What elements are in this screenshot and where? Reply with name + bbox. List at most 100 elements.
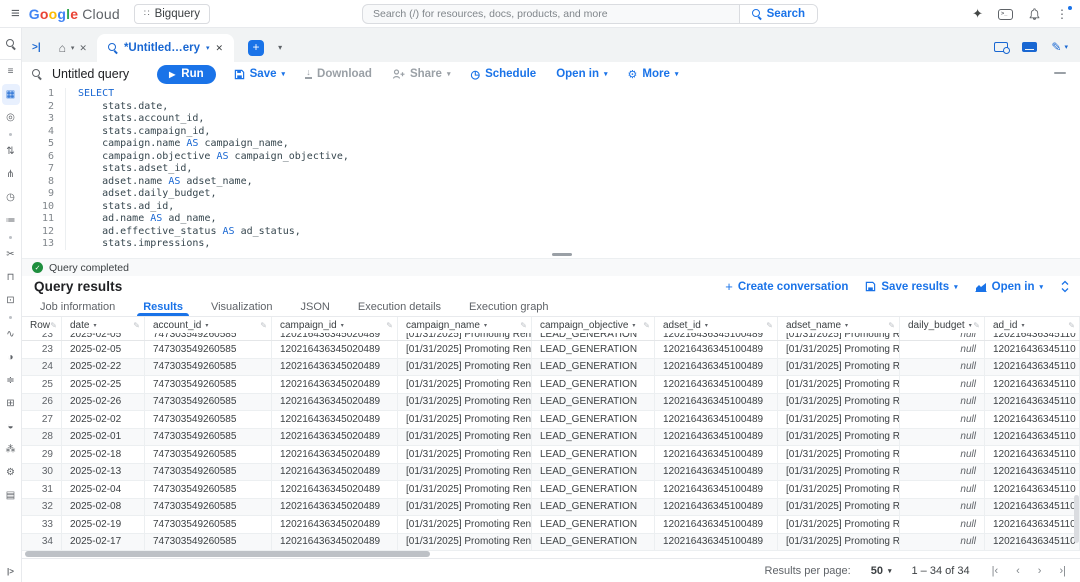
code-line[interactable]: 8 adset.name AS adset_name, <box>22 176 1080 189</box>
more-button[interactable]: ⚙ More ▾ <box>628 68 679 81</box>
sharing-icon[interactable]: ✂ <box>2 244 20 265</box>
sort-chevron-icon[interactable]: ▾ <box>632 322 635 329</box>
code-line[interactable]: 10 stats.ad_id, <box>22 201 1080 214</box>
tab-execution-details[interactable]: Execution details <box>344 297 455 316</box>
sort-chevron-icon[interactable]: ▾ <box>341 322 344 329</box>
column-header-campaign_objective[interactable]: campaign_objective▾✎ <box>532 317 655 333</box>
search-input[interactable] <box>363 5 739 23</box>
close-icon[interactable]: ✕ <box>79 43 87 54</box>
column-header-adset_name[interactable]: adset_name▾✎ <box>778 317 900 333</box>
monitoring-icon[interactable]: ∿ <box>2 324 20 345</box>
vertical-scrollbar[interactable] <box>1074 495 1079 543</box>
code-line[interactable]: 13 stats.impressions, <box>22 238 1080 250</box>
code-line[interactable]: 2 stats.date, <box>22 101 1080 114</box>
column-header-daily_budget[interactable]: daily_budget▾✎ <box>900 317 985 333</box>
clipped-row-content[interactable]: 232025-02-057473035492605851202164363450… <box>22 333 1080 341</box>
edit-column-icon[interactable]: ✎ <box>50 321 57 330</box>
edit-column-icon[interactable]: ✎ <box>260 321 267 330</box>
studio-icon[interactable]: ≡ <box>2 61 20 82</box>
table-row[interactable]: 232025-02-057473035492605851202164363450… <box>22 341 1080 359</box>
table-row[interactable]: 342025-02-177473035492605851202164363450… <box>22 534 1080 552</box>
open-in-button[interactable]: Open in ▾ <box>556 68 607 80</box>
code-line[interactable]: 1SELECT <box>22 88 1080 101</box>
drag-handle[interactable] <box>552 253 572 256</box>
tab-results[interactable]: Results <box>129 297 197 316</box>
table-row[interactable]: 292025-02-187473035492605851202164363450… <box>22 446 1080 464</box>
table-row[interactable]: 252025-02-257473035492605851202164363450… <box>22 376 1080 394</box>
results-open-in-button[interactable]: Open in ▾ <box>975 281 1043 293</box>
notifications-bell-icon[interactable] <box>1028 7 1041 21</box>
save-button[interactable]: Save ▾ <box>234 68 285 80</box>
table-row[interactable]: 242025-02-227473035492605851202164363450… <box>22 359 1080 377</box>
code-line[interactable]: 4 stats.campaign_id, <box>22 126 1080 139</box>
edit-column-icon[interactable]: ✎ <box>1068 321 1075 330</box>
scheduled-queries-icon[interactable]: ⋔ <box>2 164 20 185</box>
hamburger-menu-icon[interactable]: ≡ <box>0 5 29 22</box>
column-header-row[interactable]: Row✎ <box>22 317 62 333</box>
horizontal-scrollbar[interactable] <box>25 551 430 557</box>
schedule-button[interactable]: ◷ Schedule <box>470 68 536 81</box>
last-page-button[interactable]: ›| <box>1059 565 1066 577</box>
table-row[interactable]: 332025-02-197473035492605851202164363450… <box>22 516 1080 534</box>
edit-column-icon[interactable]: ✎ <box>766 321 773 330</box>
sort-chevron-icon[interactable]: ▾ <box>845 322 848 329</box>
governance-icon[interactable]: ≔ <box>2 210 20 231</box>
edit-column-icon[interactable]: ✎ <box>386 321 393 330</box>
column-header-ad_id[interactable]: ad_id▾✎ <box>985 317 1080 333</box>
cloud-shell-icon[interactable]: >_ <box>998 9 1013 20</box>
table-row[interactable]: 312025-02-047473035492605851202164363450… <box>22 481 1080 499</box>
collapse-panel-icon[interactable]: >| <box>32 42 41 53</box>
column-header-campaign_name[interactable]: campaign_name▾✎ <box>398 317 532 333</box>
create-conversation-button[interactable]: + Create conversation <box>725 279 848 294</box>
chevron-down-icon[interactable]: ▾ <box>206 44 210 52</box>
edit-column-icon[interactable]: ✎ <box>133 321 140 330</box>
table-row[interactable]: 262025-02-267473035492605851202164363450… <box>22 394 1080 412</box>
expand-collapse-icon[interactable] <box>1060 280 1070 293</box>
close-icon[interactable]: ✕ <box>216 43 224 54</box>
sql-editor[interactable]: 1SELECT2 stats.date,3 stats.account_id,4… <box>22 86 1080 250</box>
tab-execution-graph[interactable]: Execution graph <box>455 297 563 316</box>
share-button[interactable]: Share ▾ <box>392 68 450 80</box>
workspace-icon[interactable]: ▦ <box>2 84 20 105</box>
column-header-campaign_id[interactable]: campaign_id▾✎ <box>272 317 398 333</box>
gemini-sparkle-icon[interactable]: ✦ <box>972 6 983 22</box>
comment-icon[interactable]: ◒ <box>2 416 20 437</box>
tab-list-chevron-icon[interactable]: ▾ <box>278 43 282 52</box>
sort-chevron-icon[interactable]: ▾ <box>93 322 96 329</box>
sql-generation-icon[interactable]: ✎▾ <box>1051 40 1068 54</box>
add-tab-button[interactable]: + <box>248 40 264 56</box>
search-button[interactable]: Search <box>739 5 817 23</box>
tab-visualization[interactable]: Visualization <box>197 297 287 316</box>
table-row[interactable]: 272025-02-027473035492605851202164363450… <box>22 411 1080 429</box>
edit-column-icon[interactable]: ✎ <box>643 321 650 330</box>
code-line[interactable]: 6 campaign.objective AS campaign_objecti… <box>22 151 1080 164</box>
sort-chevron-icon[interactable]: ▾ <box>1021 322 1024 329</box>
history-icon[interactable]: ◷ <box>2 187 20 208</box>
compass-icon[interactable]: ◑ <box>2 347 20 368</box>
more-options-icon[interactable]: ⋮ <box>1056 7 1070 21</box>
column-header-date[interactable]: date▾✎ <box>62 317 145 333</box>
table-row[interactable]: 302025-02-137473035492605851202164363450… <box>22 464 1080 482</box>
sort-chevron-icon[interactable]: ▾ <box>484 322 487 329</box>
edit-column-icon[interactable]: ✎ <box>520 321 527 330</box>
tab-json[interactable]: JSON <box>287 297 344 316</box>
table-row[interactable]: 282025-02-017473035492605851202164363450… <box>22 429 1080 447</box>
code-line[interactable]: 12 ad.effective_status AS ad_status, <box>22 226 1080 239</box>
run-button[interactable]: ▶ Run <box>157 65 216 84</box>
next-page-button[interactable]: › <box>1038 565 1042 577</box>
untitled-query-tab[interactable]: *Untitled…ery ▾ ✕ <box>97 34 234 62</box>
lock-icon[interactable]: ⊓ <box>2 267 20 288</box>
previous-page-button[interactable]: ‹ <box>1016 565 1020 577</box>
sliders-icon[interactable]: ≑ <box>2 370 20 391</box>
page-size-select[interactable]: 50 ▾ <box>871 565 892 577</box>
expand-rail-icon[interactable]: |> <box>7 567 14 576</box>
column-header-account_id[interactable]: account_id▾✎ <box>145 317 272 333</box>
home-tab[interactable]: ⌂ ▾ ✕ <box>49 34 97 62</box>
code-line[interactable]: 3 stats.account_id, <box>22 113 1080 126</box>
code-line[interactable]: 11 ad.name AS ad_name, <box>22 213 1080 226</box>
settings-gear-icon[interactable]: ⚙ <box>2 462 20 483</box>
download-button[interactable]: ↓ Download <box>305 68 372 80</box>
sort-chevron-icon[interactable]: ▾ <box>705 322 708 329</box>
sort-chevron-icon[interactable]: ▾ <box>205 322 208 329</box>
share-graph-icon[interactable]: ⁂ <box>2 439 20 460</box>
